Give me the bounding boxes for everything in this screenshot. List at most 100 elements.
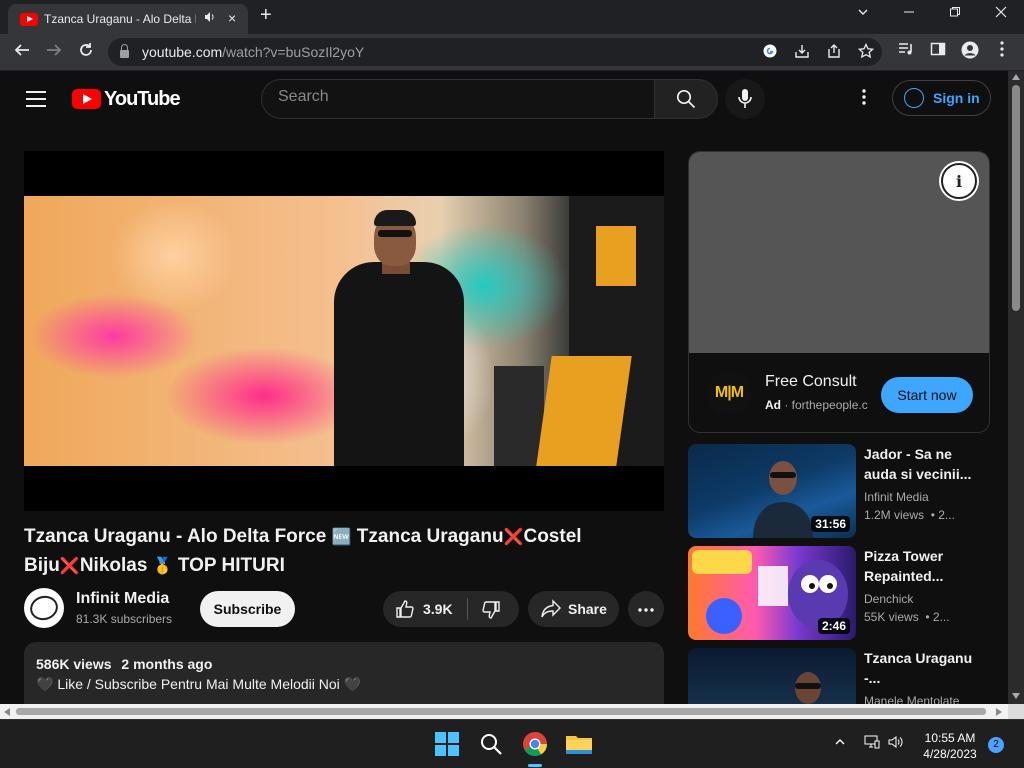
back-icon[interactable] <box>10 41 34 63</box>
notification-badge[interactable]: 2 <box>988 737 1004 753</box>
youtube-logo-text: YouTube <box>104 88 181 110</box>
recommendation-channel[interactable]: Infinit Media <box>864 490 929 504</box>
recommendation-item[interactable]: 31:56 Jador - Sa ne auda si vecinii... I… <box>688 444 990 540</box>
recommendation-thumbnail[interactable]: 31:56 <box>688 444 856 538</box>
search-box[interactable] <box>261 79 655 119</box>
horizontal-scroll-thumb[interactable] <box>16 708 986 715</box>
view-count: 586K views <box>36 656 112 672</box>
chrome-menu-icon[interactable] <box>990 41 1014 62</box>
windows-taskbar: 10:55 AM 4/28/2023 2 <box>0 719 1024 768</box>
guide-menu-icon[interactable] <box>26 91 46 107</box>
browser-tab-bar: Tzanca Uraganu - Alo Delta Force × + <box>0 0 1024 34</box>
ad-domain: forthepeople.c <box>791 398 868 412</box>
show-hidden-icons-chevron-icon[interactable] <box>834 735 846 751</box>
minimize-icon[interactable] <box>894 5 924 21</box>
recommendation-channel[interactable]: Denchick <box>864 592 913 606</box>
video-frame <box>24 196 664 466</box>
horizontal-scrollbar[interactable] <box>0 704 1024 719</box>
scroll-down-icon[interactable] <box>1012 693 1020 699</box>
ad-title[interactable]: Free Consult <box>765 373 857 391</box>
description-box[interactable]: 586K views 2 months ago 🖤 Like / Subscri… <box>24 642 664 704</box>
lock-icon <box>120 44 129 58</box>
sign-in-label: Sign in <box>933 90 980 106</box>
chrome-taskbar-icon[interactable] <box>519 728 551 767</box>
like-count[interactable]: 3.9K <box>423 601 453 617</box>
recommendation-views: 55K views • 2... <box>864 610 950 624</box>
youtube-play-icon <box>72 89 101 109</box>
youtube-favicon-icon <box>20 13 38 26</box>
windows-search-icon[interactable] <box>475 728 507 760</box>
video-title: Tzanca Uraganu - Alo Delta Force 🆕 Tzanc… <box>24 526 582 576</box>
subscribe-button[interactable]: Subscribe <box>200 591 295 627</box>
clock-time: 10:55 AM <box>924 731 976 745</box>
new-tab-button[interactable]: + <box>260 4 272 27</box>
sign-in-button[interactable]: Sign in <box>892 80 991 116</box>
share-button[interactable]: Share <box>528 591 619 627</box>
clock-date: 4/28/2023 <box>923 747 977 761</box>
search-button[interactable] <box>654 79 718 119</box>
ad-card[interactable]: i M|M Free Consult Ad · forthepeople.c S… <box>688 151 990 433</box>
window-close-icon[interactable] <box>986 5 1016 21</box>
channel-name[interactable]: Infinit Media <box>76 590 169 608</box>
recommendation-title[interactable]: Tzanca Uraganu -... <box>864 648 974 688</box>
video-subject <box>334 206 464 466</box>
volume-icon[interactable] <box>888 735 904 752</box>
search-input[interactable] <box>278 88 638 106</box>
more-horizontal-icon <box>638 608 654 612</box>
install-app-icon[interactable] <box>792 43 812 63</box>
address-bar[interactable]: youtube.com/watch?v=buSozIl2yoY <box>108 38 882 66</box>
search-icon <box>676 89 696 109</box>
browser-tab[interactable]: Tzanca Uraganu - Alo Delta Force × <box>8 4 248 34</box>
reload-icon[interactable] <box>74 41 98 63</box>
youtube-header: YouTube Sign in <box>0 71 1008 127</box>
settings-more-icon[interactable] <box>852 89 876 110</box>
file-explorer-icon[interactable] <box>563 728 595 760</box>
video-duration: 2:46 <box>817 618 850 634</box>
browser-toolbar: youtube.com/watch?v=buSozIl2yoY <box>0 34 1024 71</box>
vertical-scrollbar[interactable] <box>1008 71 1024 704</box>
subscriber-count: 81.3K subscribers <box>76 612 173 626</box>
start-now-button[interactable]: Start now <box>881 377 973 413</box>
side-panel-icon[interactable] <box>926 41 950 62</box>
share-page-icon[interactable] <box>824 43 844 63</box>
tab-title: Tzanca Uraganu - Alo Delta Force <box>44 12 196 26</box>
tab-audio-icon[interactable] <box>204 11 216 26</box>
google-lens-icon[interactable] <box>760 43 780 63</box>
bookmark-star-icon[interactable] <box>856 42 876 63</box>
restore-icon[interactable] <box>940 5 970 21</box>
recommendation-title[interactable]: Pizza Tower Repainted... <box>864 546 974 586</box>
dislike-icon[interactable] <box>481 600 501 620</box>
like-icon[interactable] <box>395 599 415 619</box>
forward-icon[interactable] <box>42 41 66 63</box>
scroll-up-icon[interactable] <box>1012 74 1020 80</box>
taskbar-clock[interactable]: 10:55 AM 4/28/2023 <box>916 730 984 762</box>
advertiser-logo[interactable]: M|M <box>707 371 751 415</box>
video-duration: 31:56 <box>811 516 850 532</box>
more-actions-button[interactable] <box>628 591 664 627</box>
network-icon[interactable] <box>864 735 880 752</box>
scroll-left-icon[interactable] <box>4 708 10 716</box>
account-icon <box>904 88 924 108</box>
ad-info-icon[interactable]: i <box>941 163 977 199</box>
voice-search-button[interactable] <box>725 79 765 119</box>
vertical-scroll-thumb[interactable] <box>1012 85 1020 311</box>
media-controls-icon[interactable] <box>894 41 918 62</box>
tab-search-chevron-icon[interactable] <box>848 5 878 21</box>
channel-avatar[interactable] <box>24 588 64 628</box>
address-url[interactable]: youtube.com/watch?v=buSozIl2yoY <box>142 44 364 60</box>
scroll-right-icon[interactable] <box>996 708 1002 716</box>
windows-start-icon[interactable] <box>431 728 463 760</box>
ad-meta: Ad · forthepeople.c <box>765 398 868 412</box>
share-label: Share <box>568 601 607 617</box>
description-text: 🖤 Like / Subscribe Pentru Mai Multe Melo… <box>36 676 362 692</box>
video-player[interactable] <box>24 151 664 511</box>
tab-close-icon[interactable]: × <box>228 10 236 26</box>
ad-label: Ad <box>765 398 781 412</box>
recommendation-thumbnail[interactable]: 2:46 <box>688 546 856 640</box>
like-dislike-group: 3.9K <box>383 591 519 627</box>
share-icon <box>541 599 561 618</box>
recommendation-item[interactable]: 2:46 Pizza Tower Repainted... Denchick 5… <box>688 546 990 642</box>
recommendation-title[interactable]: Jador - Sa ne auda si vecinii... <box>864 444 974 484</box>
upload-age: 2 months ago <box>121 656 213 672</box>
profile-icon[interactable] <box>958 41 982 64</box>
